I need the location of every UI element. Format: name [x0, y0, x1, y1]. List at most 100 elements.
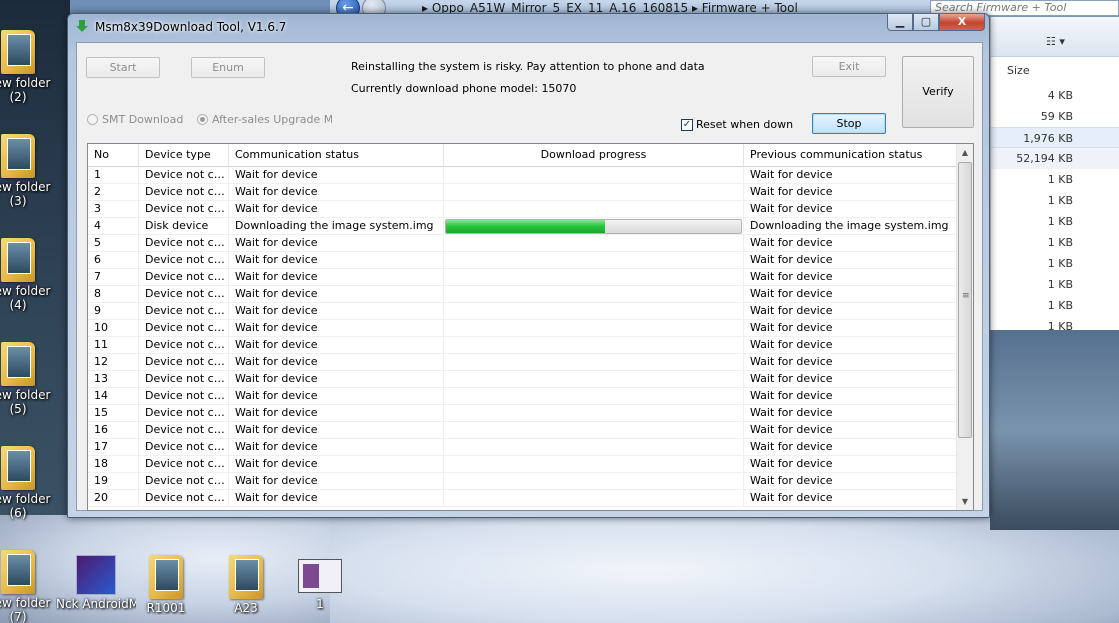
table-row[interactable]: 13Device not connectedWait for deviceWai…	[88, 371, 958, 388]
smt-mode-radio[interactable]: SMT Download Mode	[87, 113, 187, 126]
table-row[interactable]: 18Device not connectedWait for deviceWai…	[88, 456, 958, 473]
maximize-button[interactable]: ▢	[913, 13, 939, 31]
table-row[interactable]: 9Device not connectedWait for deviceWait…	[88, 303, 958, 320]
aftersales-radio-dot[interactable]	[197, 114, 208, 125]
table-row[interactable]: 1Device not connectedWait for deviceWait…	[88, 167, 958, 184]
table-row[interactable]: 10Device not connectedWait for deviceWai…	[88, 320, 958, 337]
desktop-folder[interactable]: New folder (6)	[0, 446, 58, 520]
file-size-cell[interactable]: 52,194 KB	[991, 148, 1119, 169]
cell-communication-status: Wait for device	[229, 320, 444, 336]
file-size-cell[interactable]: 1 KB	[991, 169, 1119, 190]
table-row[interactable]: 7Device not connectedWait for deviceWait…	[88, 269, 958, 286]
file-size-cell[interactable]: 1 KB	[991, 211, 1119, 232]
table-row[interactable]: 4 Disk device Downloading the image system…	[88, 218, 958, 235]
column-header-no[interactable]: No	[88, 144, 139, 167]
desktop-shortcut[interactable]: 1	[280, 555, 360, 611]
file-size-cell[interactable]: 1 KB	[991, 253, 1119, 274]
cell-no: 15	[88, 405, 139, 421]
table-row[interactable]: 8Device not connectedWait for deviceWait…	[88, 286, 958, 303]
column-header-device-type[interactable]: Device type	[139, 144, 229, 167]
window-controls: ▁ ▢ X	[887, 13, 985, 31]
desktop-folder-label: New folder (3)	[0, 180, 51, 208]
cell-download-progress	[444, 252, 744, 268]
file-size-cell[interactable]: 1 KB	[991, 316, 1119, 337]
scroll-down-icon[interactable]: ▼	[957, 493, 973, 510]
cell-previous-status: Wait for device	[744, 235, 958, 251]
size-column: 4 KB 59 KB 1,976 KB 52,194 KB 1 KB 1 KB 1 KB 1 …	[991, 85, 1119, 337]
image-thumbnail-icon	[298, 559, 342, 593]
desktop-shortcut[interactable]: R1001	[126, 555, 206, 615]
folder-icon	[1, 134, 35, 178]
scroll-up-icon[interactable]: ▲	[957, 144, 973, 161]
table-row[interactable]: 14Device not connectedWait for deviceWai…	[88, 388, 958, 405]
scroll-thumb[interactable]	[958, 162, 972, 438]
file-size-cell[interactable]: 1,976 KB	[991, 127, 1119, 148]
cell-communication-status: Wait for device	[229, 286, 444, 302]
table-row[interactable]: 16Device not connectedWait for deviceWai…	[88, 422, 958, 439]
enum-button[interactable]: Enum	[191, 57, 265, 78]
close-button[interactable]: X	[939, 13, 985, 31]
table-row[interactable]: 20Device not connectedWait for deviceWai…	[88, 490, 958, 507]
cell-device-type: Device not connected	[139, 286, 229, 302]
table-row[interactable]: 6Device not connectedWait for deviceWait…	[88, 252, 958, 269]
table-header: No Device type Communication status Down…	[88, 144, 958, 167]
desktop-shortcut[interactable]: A23	[206, 555, 286, 615]
cell-previous-status: Wait for device	[744, 405, 958, 421]
desktop-folder[interactable]: New folder (7)	[0, 550, 58, 623]
reset-check-icon[interactable]: ✓	[681, 118, 693, 131]
aftersales-mode-radio[interactable]: After-sales Upgrade Mode	[197, 113, 332, 126]
cell-download-progress	[444, 439, 744, 455]
stop-button[interactable]: Stop	[812, 113, 886, 134]
desktop-folder[interactable]: New folder (3)	[0, 134, 58, 208]
cell-previous-status: Downloading the image system.img	[744, 218, 958, 234]
explorer-file-list: ☷ ▾ Size 4 KB 59 KB 1,976 KB 52,194 KB 1 KB 1…	[990, 17, 1119, 333]
column-header-communication-status[interactable]: Communication status	[229, 144, 444, 167]
cell-device-type: Device not connected	[139, 371, 229, 387]
file-size-cell[interactable]: 1 KB	[991, 274, 1119, 295]
column-header-download-progress[interactable]: Download progress	[444, 144, 744, 167]
desktop-shortcut[interactable]: Nck AndroidM	[56, 555, 136, 611]
table-row[interactable]: 3Device not connectedWait for deviceWait…	[88, 201, 958, 218]
title-bar[interactable]: Msm8x39Download Tool, V1.6.7 ▁ ▢ X	[68, 13, 989, 41]
column-header-previous-status[interactable]: Previous communication status	[744, 144, 958, 167]
table-row[interactable]: 12Device not connectedWait for deviceWai…	[88, 354, 958, 371]
table-row[interactable]: 17Device not connectedWait for deviceWai…	[88, 439, 958, 456]
start-button[interactable]: Start	[86, 57, 160, 78]
cell-no: 7	[88, 269, 139, 285]
reset-checkbox[interactable]: ✓ Reset when download	[681, 118, 793, 131]
desktop-folder[interactable]: New folder (5)	[0, 342, 58, 416]
table-row[interactable]: 11Device not connectedWait for deviceWai…	[88, 337, 958, 354]
desktop-folder[interactable]: New folder (4)	[0, 238, 58, 312]
table-body: 1Device not connectedWait for deviceWait…	[88, 167, 958, 507]
cell-no: 18	[88, 456, 139, 472]
cell-communication-status: Wait for device	[229, 201, 444, 217]
view-options-icon[interactable]: ☷ ▾	[1046, 35, 1065, 48]
cell-communication-status: Wait for device	[229, 235, 444, 251]
file-size-cell[interactable]: 4 KB	[991, 85, 1119, 106]
cell-device-type: Device not connected	[139, 320, 229, 336]
cell-previous-status: Wait for device	[744, 388, 958, 404]
smt-radio-dot[interactable]	[87, 114, 98, 125]
exit-button[interactable]: Exit	[812, 56, 886, 77]
cell-no: 12	[88, 354, 139, 370]
desktop-folder[interactable]: New folder (2)	[0, 30, 58, 104]
cell-previous-status: Wait for device	[744, 320, 958, 336]
file-size-cell[interactable]: 1 KB	[991, 190, 1119, 211]
table-row[interactable]: 15Device not connectedWait for deviceWai…	[88, 405, 958, 422]
minimize-button[interactable]: ▁	[887, 13, 913, 31]
cell-download-progress	[444, 422, 744, 438]
cell-communication-status: Wait for device	[229, 167, 444, 183]
cell-no: 5	[88, 235, 139, 251]
cell-download-progress	[444, 473, 744, 489]
verify-button[interactable]: Verify	[902, 56, 974, 128]
size-column-header[interactable]: Size	[991, 62, 1119, 82]
table-row[interactable]: 19Device not connectedWait for deviceWai…	[88, 473, 958, 490]
file-size-cell[interactable]: 1 KB	[991, 295, 1119, 316]
table-scrollbar[interactable]: ▲ ▼	[956, 144, 973, 510]
table-row[interactable]: 5Device not connectedWait for deviceWait…	[88, 235, 958, 252]
table-row[interactable]: 2Device not connectedWait for deviceWait…	[88, 184, 958, 201]
file-size-cell[interactable]: 1 KB	[991, 232, 1119, 253]
cell-no: 3	[88, 201, 139, 217]
cell-previous-status: Wait for device	[744, 184, 958, 200]
file-size-cell[interactable]: 59 KB	[991, 106, 1119, 127]
